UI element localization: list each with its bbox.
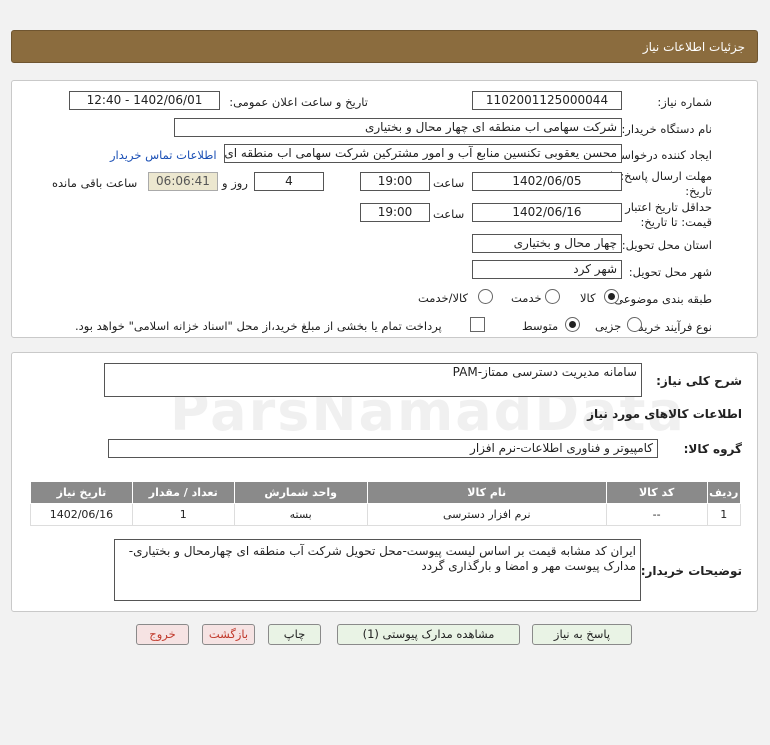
goods-group-label: گروه کالا: xyxy=(683,442,742,456)
buyer-notes-label: توضیحات خریدار: xyxy=(640,564,742,578)
deadline-time-field: 19:00 xyxy=(360,172,430,191)
category-service-label: خدمت xyxy=(511,291,542,305)
page-header: جزئیات اطلاعات نیاز xyxy=(11,30,758,63)
process-minor-label: جزیی xyxy=(595,319,622,333)
need-number-label: شماره نیاز: xyxy=(657,95,712,109)
col-index: ردیف xyxy=(706,481,742,504)
col-code: کد کالا xyxy=(605,481,708,504)
category-goods-label: کالا xyxy=(580,291,596,305)
deadline-date-field: 1402/06/05 xyxy=(472,172,622,191)
cell-name: نرم افزار دسترسی xyxy=(366,503,607,526)
treasury-payment-checkbox[interactable] xyxy=(470,317,485,332)
buyer-notes-line1: ایران کد مشابه قیمت بر اساس لیست پیوست-م… xyxy=(128,544,636,558)
need-number-field: 1102001125000044 xyxy=(472,91,622,110)
goods-group-field: کامپیوتر و فناوری اطلاعات-نرم افزار xyxy=(108,439,658,458)
days-field: 4 xyxy=(254,172,324,191)
validity-label-1: حداقل تاریخ اعتبار xyxy=(625,200,712,214)
category-goods-service-label: کالا/خدمت xyxy=(418,291,469,305)
exit-button[interactable]: خروج xyxy=(136,624,189,645)
col-name: نام کالا xyxy=(366,481,607,504)
city-label: شهر محل تحویل: xyxy=(628,265,712,279)
province-field: چهار محال و بختیاری xyxy=(472,234,622,253)
summary-label: شرح کلی نیاز: xyxy=(656,374,742,388)
validity-label-2: قیمت: تا تاریخ: xyxy=(640,215,712,229)
back-button[interactable]: بازگشت xyxy=(202,624,255,645)
cell-qty: 1 xyxy=(131,503,235,526)
payment-note: پرداخت تمام یا بخشی از مبلغ خرید،از محل … xyxy=(75,319,442,333)
table-row: 1 -- نرم افزار دسترسی بسته 1 1402/06/16 xyxy=(30,503,742,526)
remaining-label: ساعت باقی مانده xyxy=(52,176,138,190)
goods-table: ردیف کد کالا نام کالا واحد شمارش تعداد /… xyxy=(30,481,742,526)
process-medium-label: متوسط xyxy=(522,319,559,333)
process-medium-radio[interactable] xyxy=(565,317,580,332)
buyer-notes-line2: مدارک پیوست مهر و امضا و بارگذاری گردد xyxy=(421,559,636,573)
col-date: تاریخ نیاز xyxy=(30,481,133,504)
validity-time-label: ساعت xyxy=(433,207,465,221)
category-service-radio[interactable] xyxy=(545,289,560,304)
province-label: استان محل تحویل: xyxy=(621,238,712,252)
cell-index: 1 xyxy=(706,503,742,526)
cell-unit: بسته xyxy=(233,503,368,526)
cell-date: 1402/06/16 xyxy=(30,503,133,526)
col-unit: واحد شمارش xyxy=(233,481,368,504)
buyer-notes-field: ایران کد مشابه قیمت بر اساس لیست پیوست-م… xyxy=(114,539,641,601)
announce-field: 1402/06/01 - 12:40 xyxy=(69,91,220,110)
page-title: جزئیات اطلاعات نیاز xyxy=(642,40,745,54)
summary-field: سامانه مدیریت دسترسی ممتاز-PAM xyxy=(104,363,642,397)
deadline-label-1: مهلت ارسال پاسخ: تا xyxy=(609,169,712,183)
city-field: شهر کرد xyxy=(472,260,622,279)
view-attachments-button[interactable]: مشاهده مدارک پیوستی (1) xyxy=(337,624,520,645)
category-label: طبقه بندی موضوعی: xyxy=(610,292,712,306)
process-label: نوع فرآیند خرید : xyxy=(630,320,712,334)
days-label: روز و xyxy=(222,176,248,190)
contact-buyer-link[interactable]: اطلاعات تماس خریدار xyxy=(110,148,217,162)
buyer-field: شرکت سهامی اب منطقه ای چهار محال و بختیا… xyxy=(174,118,622,137)
announce-label: تاریخ و ساعت اعلان عمومی: xyxy=(229,95,368,109)
process-minor-radio[interactable] xyxy=(627,317,642,332)
cell-code: -- xyxy=(605,503,708,526)
requester-field: محسن یعقوبی تکنسین منابع آب و امور مشترک… xyxy=(224,144,622,163)
validity-time-field: 19:00 xyxy=(360,203,430,222)
category-goods-service-radio[interactable] xyxy=(478,289,493,304)
deadline-label-2: تاریخ: xyxy=(685,184,712,198)
print-button[interactable]: چاپ xyxy=(268,624,321,645)
remaining-time-field: 06:06:41 xyxy=(148,172,218,191)
validity-date-field: 1402/06/16 xyxy=(472,203,622,222)
buyer-label: نام دستگاه خریدار: xyxy=(621,122,712,136)
goods-table-header: ردیف کد کالا نام کالا واحد شمارش تعداد /… xyxy=(30,481,742,504)
category-goods-radio[interactable] xyxy=(604,289,619,304)
deadline-time-label: ساعت xyxy=(433,176,465,190)
col-qty: تعداد / مقدار xyxy=(131,481,235,504)
goods-info-title: اطلاعات کالاهای مورد نیاز xyxy=(587,407,742,421)
reply-button[interactable]: پاسخ به نیاز xyxy=(532,624,632,645)
